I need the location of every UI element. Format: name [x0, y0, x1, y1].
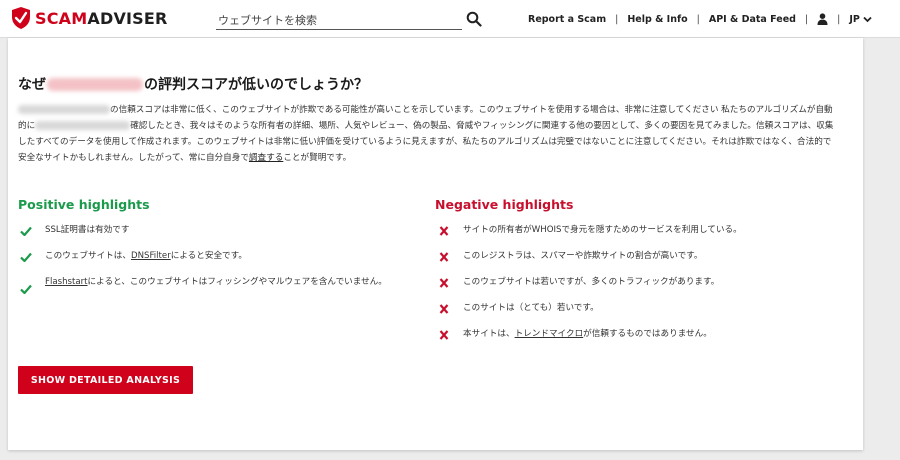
negative-highlights-list: サイトの所有者がWHOISで身元を隠すためのサービスを利用している。 このレジス…	[438, 224, 828, 354]
nav-report-scam[interactable]: Report a Scam	[528, 14, 606, 25]
x-icon	[439, 278, 449, 288]
list-item: このウェブサイトは、DNSFilterによると安全です。	[20, 250, 410, 276]
check-icon	[20, 284, 32, 294]
x-icon	[439, 330, 449, 340]
top-navigation-bar: SCAMADVISER Report a Scam | Help & Info …	[0, 0, 900, 38]
nav-api-data-feed[interactable]: API & Data Feed	[709, 14, 796, 25]
redacted-domain	[47, 77, 143, 91]
heading-suffix: の評判スコアが低いのでしょうか？	[144, 77, 368, 93]
x-icon	[439, 226, 449, 236]
negative-highlights-title: Negative highlights	[435, 197, 574, 212]
chevron-down-icon	[863, 16, 872, 22]
list-item: 本サイトは、トレンドマイクロが信頼するものではありません。	[438, 328, 828, 354]
show-detailed-analysis-button[interactable]: SHOW DETAILED ANALYSIS	[18, 366, 193, 394]
trend-micro-link[interactable]: トレンドマイクロ	[515, 329, 584, 339]
heading-prefix: なぜ	[18, 77, 46, 93]
investigate-link[interactable]: 調査する	[249, 153, 283, 163]
redacted-domain	[18, 105, 110, 114]
logo-text: SCAMADVISER	[35, 8, 168, 28]
nav-separator: |	[804, 13, 809, 25]
nav-separator: |	[615, 13, 619, 25]
language-selector[interactable]: JP	[849, 14, 872, 25]
search-icon[interactable]	[466, 11, 482, 27]
scamadviser-logo[interactable]: SCAMADVISER	[10, 6, 168, 30]
positive-highlights-title: Positive highlights	[18, 197, 150, 212]
check-icon	[20, 252, 32, 262]
nav-help-info[interactable]: Help & Info	[627, 14, 687, 25]
redacted-domain	[35, 121, 131, 130]
nav-separator: |	[696, 13, 700, 25]
list-item: このウェブサイトは若いですが、多くのトラフィックがあります。	[438, 276, 828, 302]
list-item: このレジストラは、スパマーや詐欺サイトの割合が高いです。	[438, 250, 828, 276]
dnsfilter-link[interactable]: DNSFilter	[131, 251, 171, 261]
shield-icon	[12, 7, 30, 29]
list-item: このサイトは（とても）若いです。	[438, 302, 828, 328]
user-icon[interactable]	[817, 13, 828, 25]
nav-separator: |	[837, 13, 841, 25]
list-item: サイトの所有者がWHOISで身元を隠すためのサービスを利用している。	[438, 224, 828, 250]
list-item: Flashstartによると、このウェブサイトはフィッシングやマルウェアを含んで…	[20, 276, 410, 302]
list-item: SSL証明書は有効です	[20, 224, 410, 250]
search-input[interactable]	[216, 10, 462, 31]
flashstart-link[interactable]: Flashstart	[45, 277, 88, 287]
check-icon	[20, 226, 32, 236]
x-icon	[439, 304, 449, 314]
x-icon	[439, 252, 449, 262]
header-nav: Report a Scam | Help & Info | API & Data…	[528, 13, 872, 25]
search-field	[216, 9, 462, 31]
language-label: JP	[849, 13, 860, 25]
trust-score-description: の信頼スコアは非常に低く、このウェブサイトが詐欺である可能性が高いことを示してい…	[18, 105, 834, 163]
positive-highlights-list: SSL証明書は有効です このウェブサイトは、DNSFilterによると安全です。…	[20, 224, 410, 302]
page-heading: なぜ の評判スコアが低いのでしょうか？	[18, 74, 368, 94]
